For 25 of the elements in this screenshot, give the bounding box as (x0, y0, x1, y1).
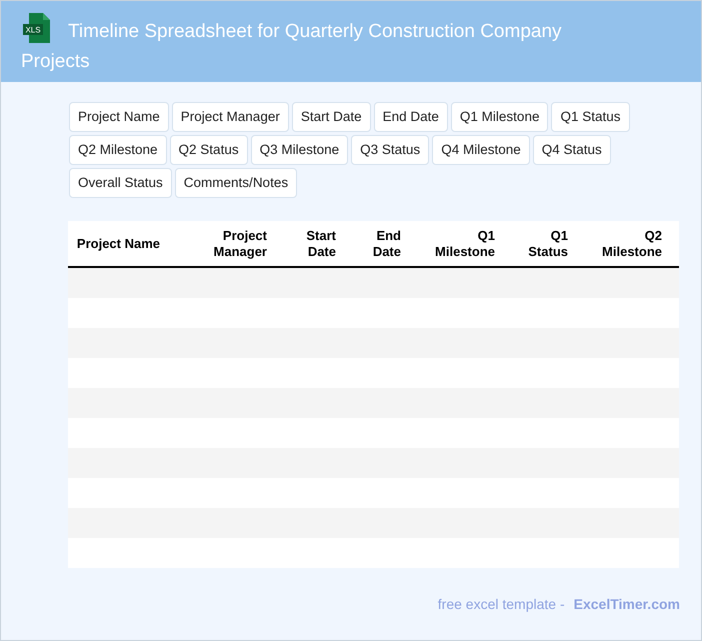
field-chip: Q3 Status (351, 135, 430, 165)
field-chip: Comments/Notes (174, 168, 298, 198)
field-chip: Q2 Milestone (69, 135, 167, 165)
column-header: End Date (372, 228, 402, 260)
footer-text: free excel template - (438, 595, 565, 614)
page-title: Timeline Spreadsheet for Quarterly Construction Company (68, 21, 562, 42)
field-chip: Q4 Milestone (432, 135, 530, 165)
column-header: Q2 Milestone (601, 228, 663, 260)
field-chip: Q2 Status (170, 135, 248, 165)
field-chip: Project Manager (172, 102, 289, 132)
field-chip: Q4 Status (532, 135, 611, 165)
column-header: Project Name (76, 236, 161, 252)
footer-link[interactable]: ExcelTimer.com (574, 594, 680, 615)
field-chip: End Date (374, 102, 448, 132)
column-header: Start Date (305, 228, 337, 260)
column-header: Project Manager (212, 228, 268, 260)
field-chip: Start Date (292, 102, 371, 132)
field-chip: Project Name (69, 102, 169, 132)
page-title: Projects (21, 50, 91, 74)
field-chip: Q1 Milestone (450, 102, 548, 132)
field-chip: Q3 Milestone (250, 135, 348, 165)
field-chip: Overall Status (69, 168, 172, 198)
column-header: Q1 Status (527, 228, 569, 260)
column-header: Q1 Milestone (434, 228, 496, 260)
field-chip: Q1 Status (551, 102, 630, 132)
